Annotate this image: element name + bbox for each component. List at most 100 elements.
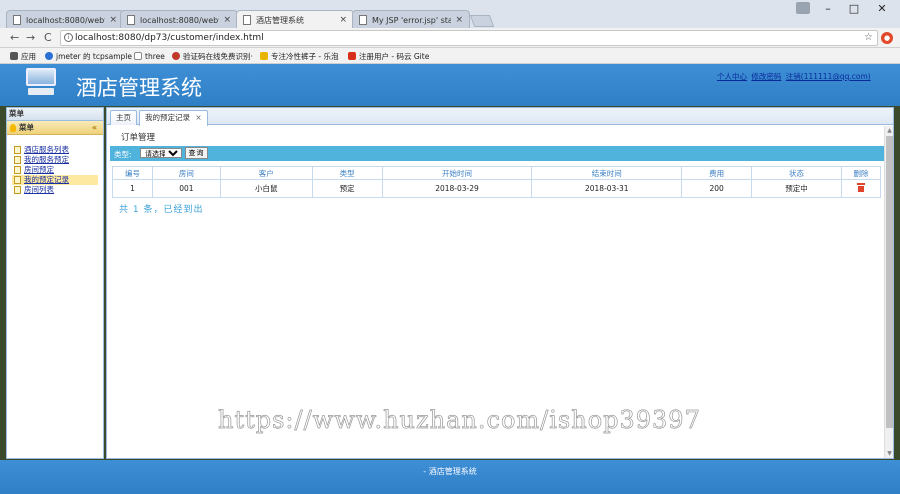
document-icon bbox=[14, 156, 21, 164]
browser-tab-title: 酒店管理系统 bbox=[256, 15, 304, 25]
scroll-down-icon[interactable]: ▼ bbox=[886, 450, 893, 457]
query-button[interactable]: 查询 bbox=[185, 147, 208, 159]
close-icon[interactable]: × bbox=[195, 113, 201, 122]
bookmark-label: three bbox=[145, 51, 165, 61]
info-icon[interactable]: i bbox=[64, 33, 73, 42]
profile-link[interactable]: 个人中心 bbox=[717, 72, 747, 81]
page-icon bbox=[359, 15, 367, 25]
extension-icon[interactable]: ● bbox=[881, 32, 893, 44]
sidebar-item-label: 房间列表 bbox=[24, 185, 54, 194]
browser-tab-3[interactable]: 酒店管理系统 × bbox=[236, 10, 354, 29]
gitee-icon bbox=[348, 52, 356, 60]
site-icon bbox=[260, 52, 268, 60]
url-input[interactable]: i localhost:8080/dp73/customer/index.htm… bbox=[60, 30, 878, 46]
close-window-button[interactable]: ✕ bbox=[868, 0, 896, 20]
maximize-button[interactable]: □ bbox=[840, 0, 868, 20]
sidebar-item-hotel-services[interactable]: 酒店服务列表 bbox=[12, 145, 98, 155]
column-header[interactable]: 客户 bbox=[219, 166, 313, 180]
forward-icon[interactable]: → bbox=[26, 31, 35, 44]
close-icon[interactable]: × bbox=[339, 15, 347, 25]
browser-tab-1[interactable]: localhost:8080/webtoo × bbox=[6, 10, 124, 29]
sidebar-item-room-booking[interactable]: 房间预定 bbox=[12, 165, 98, 175]
browser-tab-title: My JSP 'error.jsp' start bbox=[372, 15, 452, 25]
sidebar-item-label: 房间预定 bbox=[24, 165, 54, 174]
bookmark-gitee[interactable]: 注册用户 - 码云 Gite bbox=[348, 50, 429, 62]
tab-label: 我的预定记录 bbox=[145, 113, 190, 122]
logout-link[interactable]: 注销(111111@qq.com) bbox=[786, 72, 871, 81]
minimize-button[interactable]: – bbox=[814, 0, 842, 20]
close-icon[interactable]: × bbox=[455, 15, 463, 25]
cell-fee: 200 bbox=[681, 179, 753, 198]
menu-list: 酒店服务列表 我的服务预定 房间预定 我的预定记录 房间列表 bbox=[7, 135, 103, 195]
type-filter-select[interactable]: 请选择... bbox=[140, 148, 182, 158]
document-icon bbox=[14, 186, 21, 194]
menu-accordion-header[interactable]: 菜单 « bbox=[7, 121, 103, 135]
column-header[interactable]: 开始时间 bbox=[381, 166, 533, 180]
browser-tab-2[interactable]: localhost:8080/webtoo × bbox=[120, 10, 238, 29]
close-icon[interactable]: × bbox=[223, 15, 231, 25]
browser-tabstrip: localhost:8080/webtoo × localhost:8080/w… bbox=[0, 0, 900, 29]
cell-status: 预定中 bbox=[751, 179, 842, 198]
tab-my-bookings[interactable]: 我的预定记录 × bbox=[139, 110, 208, 126]
app-header: 酒店管理系统 个人中心 修改密码 注销(111111@qq.com) bbox=[0, 64, 900, 106]
page-icon bbox=[13, 15, 21, 25]
bookmark-captcha[interactable]: 验证码在线免费识别· bbox=[172, 50, 253, 62]
bookmark-label: 注册用户 - 码云 Gite bbox=[359, 51, 430, 61]
sidebar-item-label: 酒店服务列表 bbox=[24, 145, 69, 154]
column-header[interactable]: 类型 bbox=[311, 166, 383, 180]
header-links: 个人中心 修改密码 注销(111111@qq.com) bbox=[717, 71, 873, 82]
document-icon bbox=[14, 146, 21, 154]
cell-end-time: 2018-03-31 bbox=[531, 179, 683, 198]
user-profile-icon[interactable] bbox=[796, 2, 810, 14]
column-header[interactable]: 房间 bbox=[151, 166, 221, 180]
star-icon[interactable]: ☆ bbox=[864, 31, 873, 45]
sidebar-title: 菜单 bbox=[7, 108, 103, 121]
bookmark-label: jmeter 的 tcpsample bbox=[56, 51, 133, 61]
sidebar-item-my-service-bookings[interactable]: 我的服务预定 bbox=[12, 155, 98, 165]
column-header[interactable]: 删除 bbox=[840, 166, 882, 180]
section-title: 订单管理 bbox=[121, 133, 156, 143]
bookmark-label: 验证码在线免费识别· bbox=[183, 51, 253, 61]
sidebar-item-my-bookings[interactable]: 我的预定记录 bbox=[12, 175, 98, 185]
scrollbar-thumb[interactable] bbox=[886, 136, 893, 428]
browser-tab-4[interactable]: My JSP 'error.jsp' start × bbox=[352, 10, 470, 29]
site-icon bbox=[172, 52, 180, 60]
shield-icon bbox=[45, 52, 53, 60]
column-header[interactable]: 费用 bbox=[681, 166, 753, 180]
column-header[interactable]: 结束时间 bbox=[531, 166, 683, 180]
filter-toolbar: 类型: 请选择... 查询 bbox=[110, 146, 884, 161]
scroll-up-icon[interactable]: ▲ bbox=[886, 127, 893, 134]
collapse-icon[interactable]: « bbox=[92, 121, 97, 134]
bookmark-apps[interactable]: 应用 bbox=[10, 50, 36, 62]
cell-room: 001 bbox=[151, 179, 221, 198]
watermark: https://www.huzhan.com/ishop39397 bbox=[218, 406, 701, 435]
sidebar: 菜单 菜单 « 酒店服务列表 我的服务预定 房间预定 我的预定记录 房间列表 bbox=[6, 107, 104, 459]
close-icon[interactable]: × bbox=[109, 15, 117, 25]
browser-tab-title: localhost:8080/webtoo bbox=[26, 15, 105, 25]
bookings-table: 编号 房间 客户 类型 开始时间 结束时间 费用 状态 删除 1 001 小白鼠… bbox=[112, 166, 882, 198]
bookmark-pants[interactable]: 专注冷性裤子 - 乐泡 bbox=[260, 50, 338, 62]
change-password-link[interactable]: 修改密码 bbox=[751, 72, 781, 81]
cell-customer: 小白鼠 bbox=[219, 179, 313, 198]
column-header[interactable]: 编号 bbox=[112, 166, 153, 180]
reload-icon[interactable]: C bbox=[44, 31, 52, 44]
vertical-scrollbar[interactable]: ▲ ▼ bbox=[884, 126, 893, 458]
cell-delete bbox=[840, 179, 882, 198]
new-tab-button[interactable] bbox=[469, 15, 495, 27]
bookmark-jmeter[interactable]: jmeter 的 tcpsample bbox=[45, 50, 132, 62]
sidebar-item-room-list[interactable]: 房间列表 bbox=[12, 185, 98, 195]
back-icon[interactable]: ← bbox=[10, 31, 19, 44]
lightbulb-icon bbox=[10, 124, 16, 132]
cell-id: 1 bbox=[112, 179, 153, 198]
table-header-row: 编号 房间 客户 类型 开始时间 结束时间 费用 状态 删除 bbox=[112, 166, 882, 180]
table-row[interactable]: 1 001 小白鼠 预定 2018-03-29 2018-03-31 200 预… bbox=[112, 179, 882, 198]
cell-type: 预定 bbox=[311, 179, 383, 198]
tab-label: 主页 bbox=[116, 113, 131, 122]
bookmark-three[interactable]: three bbox=[134, 50, 165, 62]
bookmarks-bar: 应用 jmeter 的 tcpsample three 验证码在线免费识别· 专… bbox=[0, 48, 900, 64]
sidebar-item-label: 我的预定记录 bbox=[24, 175, 69, 184]
document-icon bbox=[14, 176, 21, 184]
column-header[interactable]: 状态 bbox=[751, 166, 842, 180]
tab-home[interactable]: 主页 bbox=[110, 110, 137, 125]
trash-icon[interactable] bbox=[856, 182, 865, 192]
